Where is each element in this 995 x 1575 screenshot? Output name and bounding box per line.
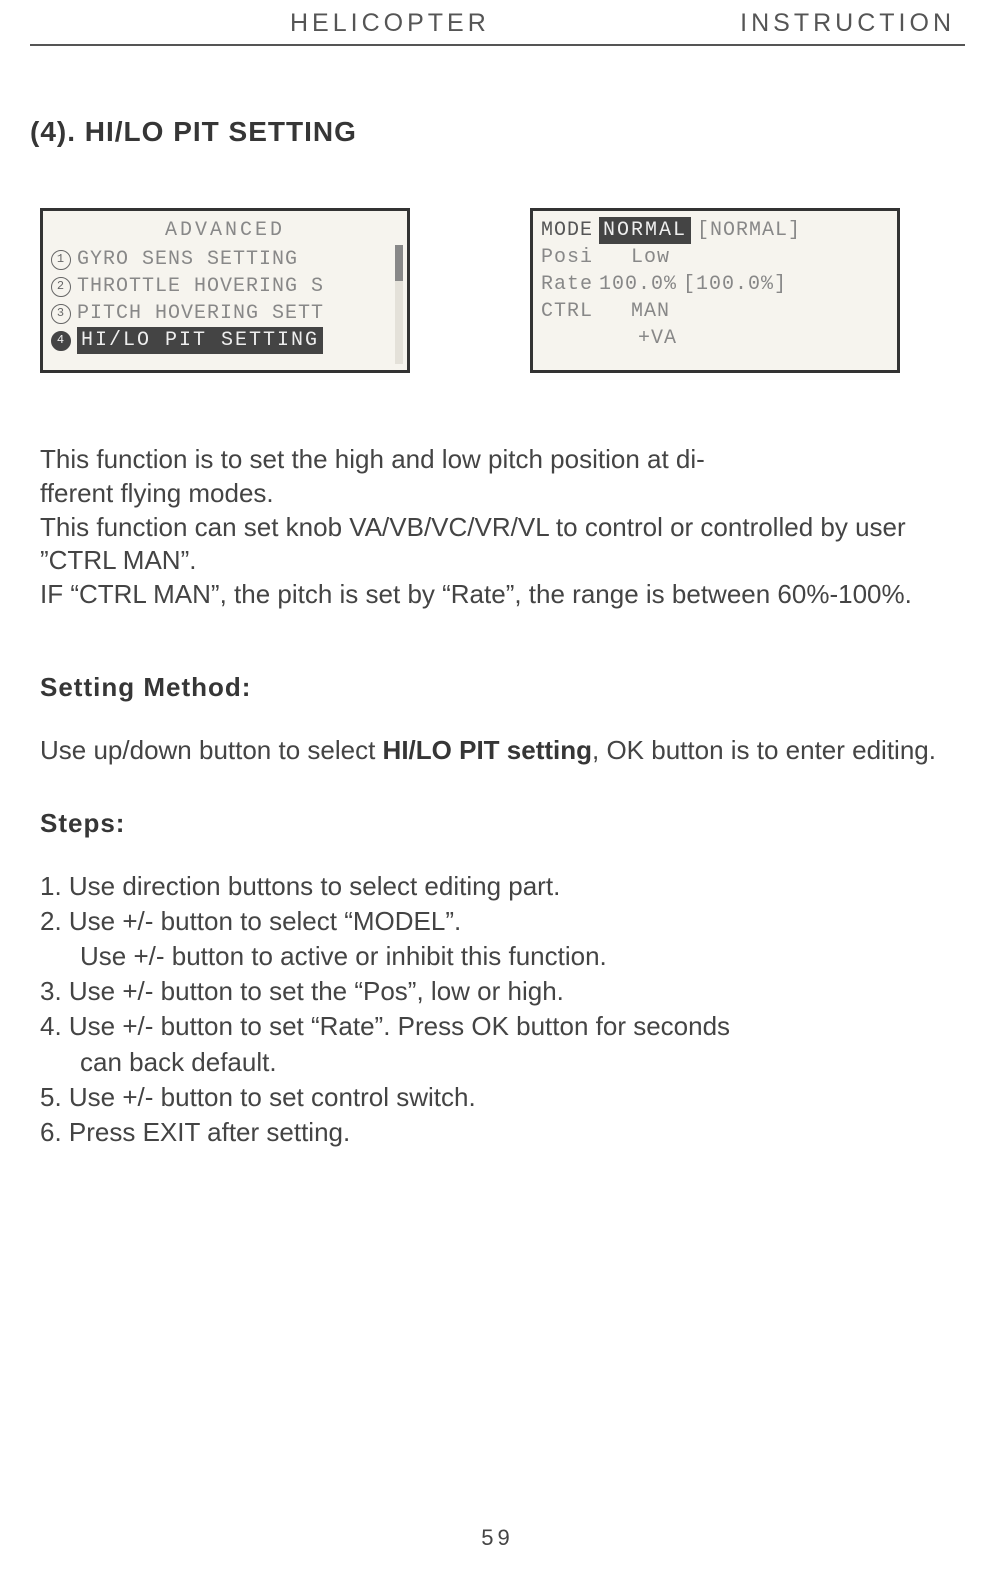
ctrl-value: MAN <box>631 298 670 325</box>
lcd-right-ctrl-line: CTRL MAN <box>541 298 889 325</box>
lcd-right: MODE NORMAL[NORMAL] Posi Low Rate 100.0%… <box>530 208 900 373</box>
menu-item-label: PITCH HOVERING SETT <box>77 300 324 327</box>
body-p1: This function is to set the high and low… <box>40 443 955 511</box>
body-p2: This function can set knob VA/VB/VC/VR/V… <box>40 511 955 579</box>
step-6: 6. Press EXIT after setting. <box>40 1115 955 1150</box>
mode-bracket: [NORMAL] <box>697 217 801 244</box>
setting-method-text: Use up/down button to select HI/LO PIT s… <box>40 733 955 768</box>
steps-heading: Steps: <box>40 808 955 839</box>
rate-bracket: [100.0%] <box>683 271 787 298</box>
method-text-after: , OK button is to enter editing. <box>592 735 936 765</box>
lcd-left-item-1: 1 GYRO SENS SETTING <box>51 246 399 273</box>
va-label: +VA <box>638 325 677 352</box>
step-4b: can back default. <box>40 1045 955 1080</box>
lcd-left-item-4: 4 HI/LO PIT SETTING <box>51 327 399 354</box>
step-4: 4. Use +/- button to set “Rate”. Press O… <box>40 1009 955 1044</box>
lcd-right-mode-line: MODE NORMAL[NORMAL] <box>541 217 889 244</box>
steps-list: 1. Use direction buttons to select editi… <box>40 869 955 1150</box>
mode-label: MODE <box>541 217 593 244</box>
lcd-right-va-line: +VA <box>541 325 889 352</box>
step-2b: Use +/- button to active or inhibit this… <box>40 939 955 974</box>
menu-item-label: THROTTLE HOVERING S <box>77 273 324 300</box>
lcd-scrollbar <box>395 245 403 364</box>
method-text-bold: HI/LO PIT setting <box>383 735 592 765</box>
header-rule <box>30 44 965 46</box>
lcd-right-posi-line: Posi Low <box>541 244 889 271</box>
lcd-left-item-3: 3 PITCH HOVERING SETT <box>51 300 399 327</box>
posi-label: Posi <box>541 244 593 271</box>
section-title: (4). HI/LO PIT SETTING <box>30 116 965 148</box>
menu-item-label-selected: HI/LO PIT SETTING <box>77 327 323 354</box>
body-p3: IF “CTRL MAN”, the pitch is set by “Rate… <box>40 578 955 612</box>
lcd-left: ADVANCED 1 GYRO SENS SETTING 2 THROTTLE … <box>40 208 410 373</box>
menu-number-icon: 1 <box>51 250 71 270</box>
ctrl-label: CTRL <box>541 298 593 325</box>
step-5: 5. Use +/- button to set control switch. <box>40 1080 955 1115</box>
setting-method-heading: Setting Method: <box>40 672 955 703</box>
page-header: HELICOPTER INSTRUCTION <box>30 0 965 44</box>
method-text-before: Use up/down button to select <box>40 735 383 765</box>
page-number: 59 <box>0 1525 995 1551</box>
page: HELICOPTER INSTRUCTION (4). HI/LO PIT SE… <box>0 0 995 1575</box>
lcd-left-title: ADVANCED <box>51 217 399 244</box>
body-text: This function is to set the high and low… <box>40 443 955 612</box>
header-right: INSTRUCTION <box>740 9 955 38</box>
header-left: HELICOPTER <box>290 9 490 38</box>
step-1: 1. Use direction buttons to select editi… <box>40 869 955 904</box>
menu-number-icon: 2 <box>51 277 71 297</box>
rate-value: 100.0% <box>599 271 677 298</box>
posi-value: Low <box>631 244 670 271</box>
mode-value-selected: NORMAL <box>599 217 691 244</box>
menu-number-icon: 4 <box>51 331 71 351</box>
lcd-right-rate-line: Rate 100.0%[100.0%] <box>541 271 889 298</box>
step-3: 3. Use +/- button to set the “Pos”, low … <box>40 974 955 1009</box>
lcd-left-item-2: 2 THROTTLE HOVERING S <box>51 273 399 300</box>
step-2: 2. Use +/- button to select “MODEL”. <box>40 904 955 939</box>
menu-item-label: GYRO SENS SETTING <box>77 246 298 273</box>
rate-label: Rate <box>541 271 593 298</box>
lcd-row: ADVANCED 1 GYRO SENS SETTING 2 THROTTLE … <box>40 208 955 373</box>
menu-number-icon: 3 <box>51 304 71 324</box>
